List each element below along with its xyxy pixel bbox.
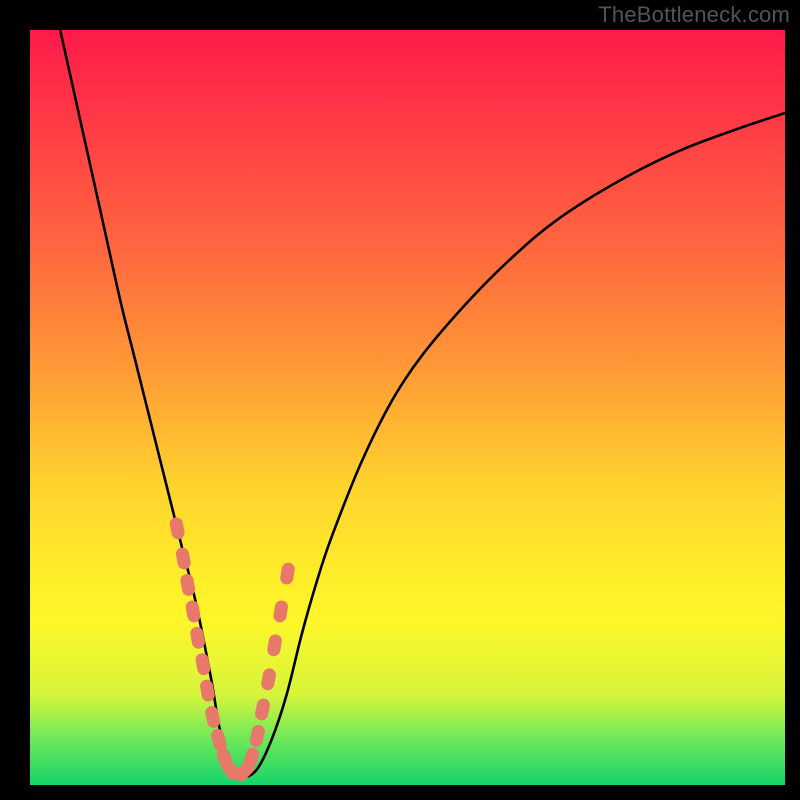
marker-capsule (266, 633, 283, 657)
marker-capsule (272, 599, 289, 623)
marker-capsule (254, 697, 271, 721)
marker-capsule (179, 573, 196, 597)
watermark-text: TheBottleneck.com (598, 2, 790, 28)
marker-capsule (248, 724, 266, 748)
highlight-markers (169, 516, 296, 784)
plot-area (30, 30, 785, 785)
marker-capsule (175, 546, 192, 570)
chart-frame: TheBottleneck.com (0, 0, 800, 800)
marker-capsule (189, 626, 206, 650)
marker-capsule (169, 516, 186, 540)
marker-capsule (199, 679, 216, 703)
marker-capsule (260, 667, 277, 691)
marker-capsule (279, 562, 296, 586)
marker-capsule (185, 599, 202, 623)
curve-svg (30, 30, 785, 785)
marker-capsule (195, 652, 212, 676)
bottleneck-curve (60, 30, 785, 778)
